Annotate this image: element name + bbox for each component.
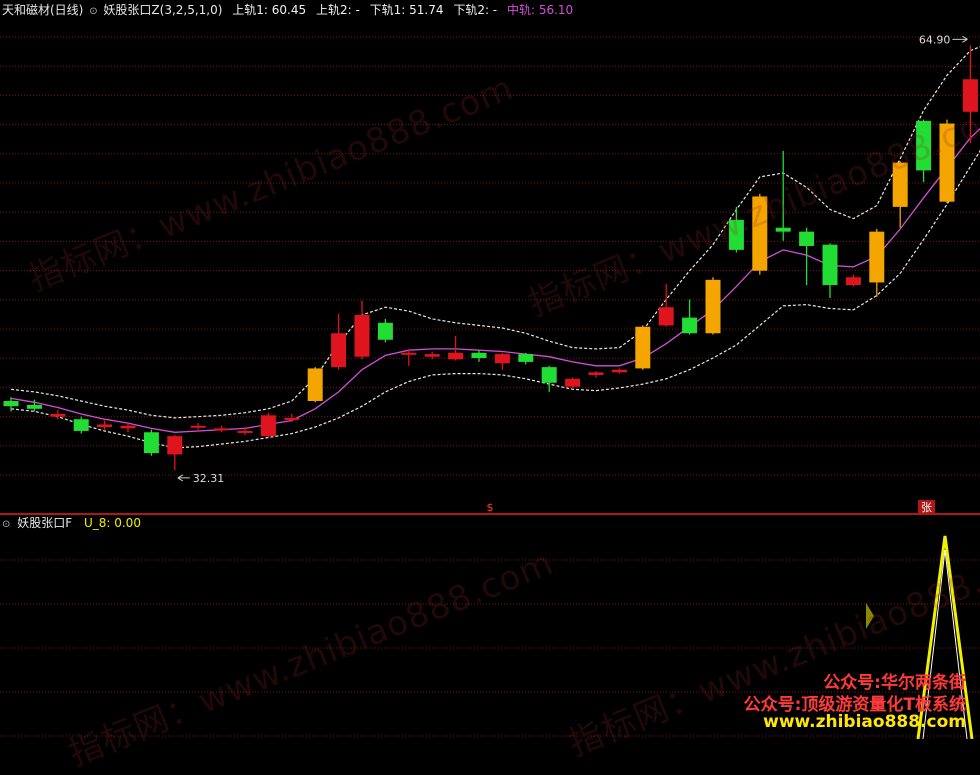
candle-body <box>846 277 861 285</box>
candlesticks <box>4 45 980 470</box>
symbol-title[interactable]: 天和磁材(日线) <box>2 3 83 17</box>
candle-body <box>776 228 791 232</box>
lower-band-line <box>11 129 980 448</box>
candle-body <box>378 323 393 340</box>
candle-body <box>425 354 440 357</box>
candle-body <box>74 419 89 431</box>
candle-body <box>401 353 416 355</box>
zhang-marker: 张 <box>921 501 932 514</box>
stock-chart[interactable]: 64.90 32.31 $ 张 <box>0 0 980 739</box>
candle-body <box>589 372 604 375</box>
candle-body <box>284 418 299 420</box>
low-arrow <box>178 475 190 481</box>
candle-body <box>495 354 510 363</box>
candle-body <box>97 424 112 427</box>
candle-body <box>261 415 276 436</box>
candle-body <box>472 353 487 358</box>
candle-body <box>565 379 580 387</box>
candle-body <box>238 431 253 433</box>
candle-body <box>518 354 533 362</box>
candle-body <box>167 436 182 454</box>
candle-body <box>729 220 744 250</box>
candle-body <box>916 121 931 171</box>
candle-body <box>869 232 884 283</box>
lower1-value: 下轨1: 51.74 <box>370 3 444 17</box>
candle-body <box>50 414 65 417</box>
high-price-label: 64.90 <box>919 33 951 46</box>
signal-marker: $ <box>487 501 494 514</box>
candle-body <box>448 353 463 360</box>
candle-body <box>4 401 19 406</box>
candle-body <box>308 368 323 401</box>
candle-body <box>963 79 978 112</box>
candle-body <box>940 124 955 202</box>
main-header: 天和磁材(日线) ⊙ 妖股张口Z(3,2,5,1,0) 上轨1: 60.45 上… <box>2 2 573 20</box>
candle-body <box>542 367 557 383</box>
candle-body <box>214 428 229 430</box>
sub-header: ⊙ 妖股张口F U_8: 0.00 <box>2 515 141 533</box>
candle-body <box>191 426 206 428</box>
candle-body <box>27 405 42 409</box>
collapse-icon[interactable]: ⊙ <box>2 519 10 530</box>
candle-body <box>893 163 908 207</box>
candle-body <box>144 432 159 453</box>
collapse-icon[interactable]: ⊙ <box>89 6 97 17</box>
mid-value: 中轨: 56.10 <box>507 3 573 17</box>
sub-indicator-name[interactable]: 妖股张口F <box>17 516 72 530</box>
candle-body <box>121 426 136 429</box>
promo-line-3: www.zhibiao888.com <box>763 712 966 732</box>
low-price-label: 32.31 <box>193 472 225 485</box>
upper1-value: 上轨1: 60.45 <box>232 3 306 17</box>
candle-body <box>706 280 721 333</box>
indicator-name[interactable]: 妖股张口Z(3,2,5,1,0) <box>103 3 222 17</box>
chart-markers: 64.90 32.31 $ 张 <box>178 33 968 514</box>
candle-body <box>331 333 346 367</box>
candle-body <box>799 232 814 246</box>
candle-body <box>612 370 627 373</box>
candle-body <box>659 307 674 325</box>
sub-triangle-mark <box>866 603 874 629</box>
candle-body <box>823 245 838 285</box>
candle-body <box>752 196 767 270</box>
candle-body <box>355 315 370 357</box>
lower2-value: 下轨2: - <box>453 3 497 17</box>
upper2-value: 上轨2: - <box>316 3 360 17</box>
candle-body <box>635 327 650 369</box>
candle-body <box>682 318 697 334</box>
price-grid <box>0 37 980 736</box>
sub-indicator-value: U_8: 0.00 <box>84 516 141 530</box>
